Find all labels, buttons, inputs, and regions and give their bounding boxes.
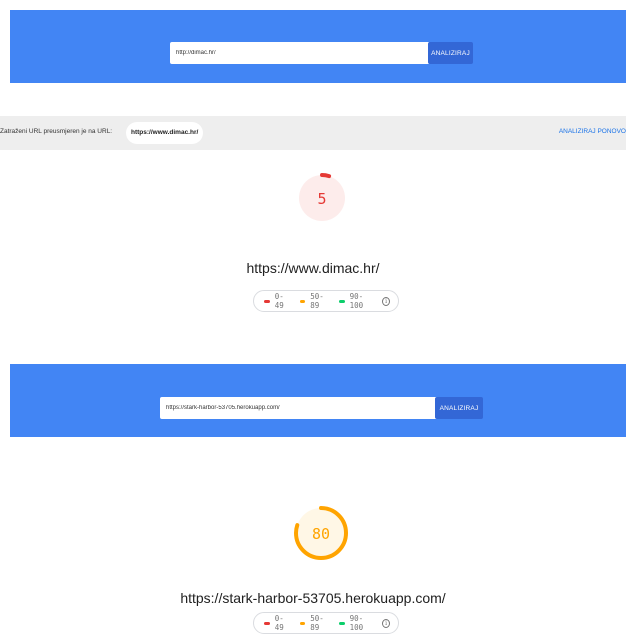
legend-item-fail: 0-49 (264, 614, 290, 632)
analyzed-site-url: https://www.dimac.hr/ (246, 260, 380, 276)
average-swatch (299, 621, 306, 625)
score-legend: 0-49 50-89 90-100 i (253, 612, 399, 634)
fail-swatch (264, 299, 270, 303)
redirect-notice: Zatraženi URL preusmjeren je na URL: htt… (0, 116, 626, 150)
legend-item-fail: 0-49 (264, 292, 290, 310)
header-bar: ANALIZIRAJ (10, 364, 626, 437)
legend-item-average: 50-89 (299, 614, 329, 632)
legend-item-pass: 90-100 (338, 614, 372, 632)
redirect-notice-text: Zatraženi URL preusmjeren je na URL: (0, 128, 113, 135)
analyze-button[interactable]: ANALIZIRAJ (435, 397, 483, 419)
info-icon[interactable]: i (382, 296, 390, 306)
reanalyze-link[interactable]: ANALIZIRAJ PONOVO (559, 128, 626, 135)
score-legend: 0-49 50-89 90-100 i (253, 290, 399, 312)
url-input[interactable] (160, 397, 440, 419)
fail-swatch (264, 621, 270, 625)
pass-swatch (338, 621, 345, 625)
score-gauge: 80 (291, 503, 351, 563)
legend-label: 90-100 (349, 292, 364, 310)
score-gauge: 5 (294, 170, 350, 226)
score-value: 80 (312, 525, 330, 543)
average-swatch (299, 299, 306, 303)
legend-label: 90-100 (349, 614, 364, 632)
legend-label: 0-49 (274, 292, 284, 310)
analyze-button[interactable]: ANALIZIRAJ (428, 42, 473, 64)
score-value: 5 (317, 190, 326, 208)
pass-swatch (338, 299, 345, 303)
analyzed-site-url: https://stark-harbor-53705.herokuapp.com… (180, 590, 446, 606)
legend-label: 50-89 (310, 614, 324, 632)
info-icon[interactable]: i (382, 618, 390, 628)
header-bar: ANALIZIRAJ (10, 10, 626, 83)
redirect-url-chip: https://www.dimac.hr/ (126, 122, 204, 144)
legend-label: 50-89 (310, 292, 324, 310)
legend-item-pass: 90-100 (338, 292, 372, 310)
legend-item-average: 50-89 (299, 292, 329, 310)
legend-label: 0-49 (274, 614, 284, 632)
url-input[interactable] (170, 42, 430, 64)
